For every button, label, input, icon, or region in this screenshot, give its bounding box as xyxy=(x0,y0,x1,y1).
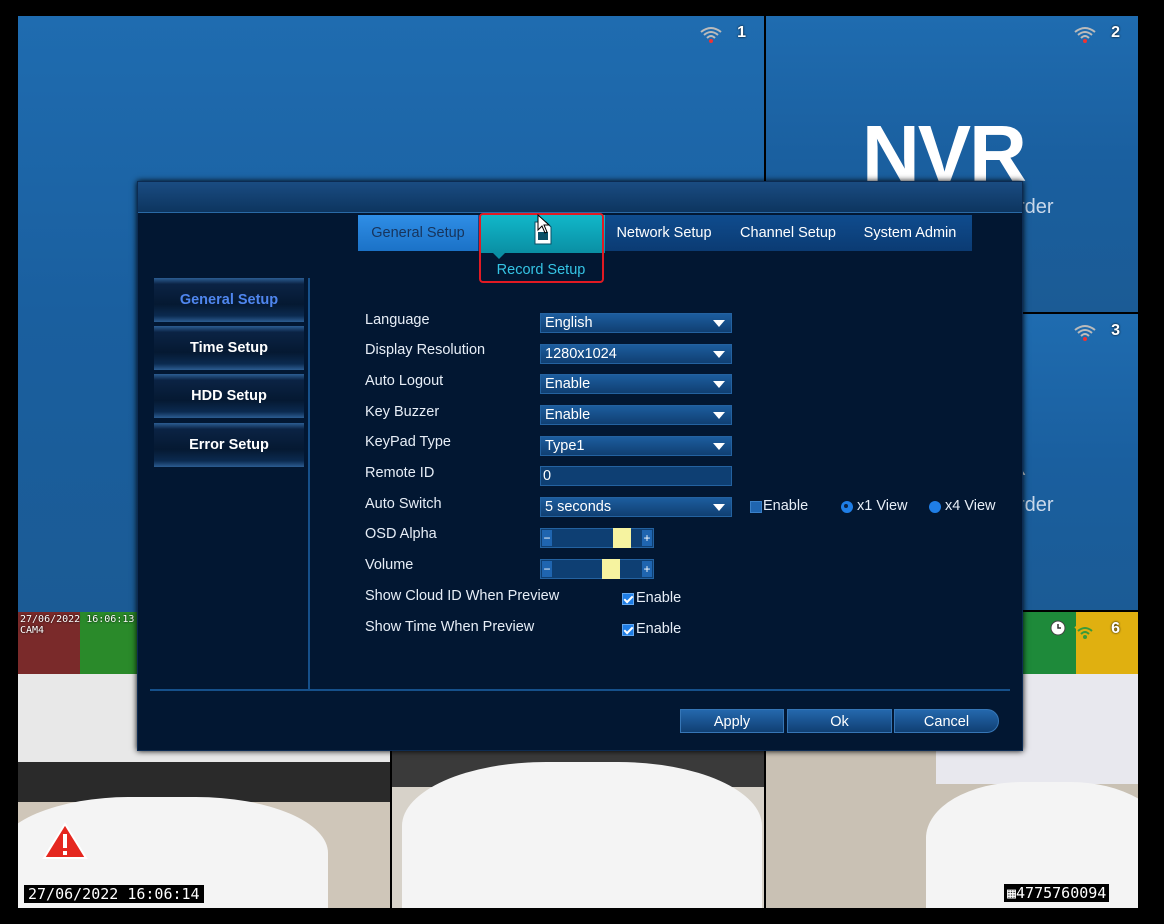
display-resolution-label: Display Resolution xyxy=(365,342,486,358)
wifi-icon xyxy=(1074,623,1096,639)
plus-icon[interactable]: + xyxy=(642,561,652,577)
auto-logout-value: Enable xyxy=(545,376,591,392)
dialog-titlebar xyxy=(138,182,1022,213)
show-time-checkbox[interactable] xyxy=(622,624,634,636)
logo-subtitle: rder xyxy=(1018,196,1054,218)
record-setup-label[interactable]: Record Setup xyxy=(481,262,601,278)
auto-switch-select[interactable]: 5 seconds xyxy=(540,497,732,517)
top-navigation: General Setup Network Setup Channel Setu… xyxy=(358,215,972,253)
auto-switch-value: 5 seconds xyxy=(545,499,612,515)
minus-icon[interactable]: − xyxy=(542,530,552,546)
language-value: English xyxy=(545,315,593,331)
x1-view-radio[interactable] xyxy=(841,501,853,513)
logo-subtitle: rder xyxy=(1018,494,1054,516)
sidebar-item-time-setup[interactable]: Time Setup xyxy=(154,326,304,370)
x1-view-label: x1 View xyxy=(857,498,908,514)
volume-slider[interactable]: − + xyxy=(540,559,654,579)
device-serial-value: 4775760094 xyxy=(1016,884,1107,902)
channel-number: 6 xyxy=(1111,620,1120,637)
show-time-label: Show Time When Preview xyxy=(365,619,535,635)
ok-button[interactable]: Ok xyxy=(787,709,892,733)
remote-id-label: Remote ID xyxy=(365,465,435,481)
osd-alpha-slider[interactable]: − + xyxy=(540,528,654,548)
camera-osd: 27/06/2022 16:06:13 CAM4 xyxy=(20,614,134,636)
show-cloud-id-label: Show Cloud ID When Preview xyxy=(365,588,560,604)
sidebar-item-hdd-setup[interactable]: HDD Setup xyxy=(154,374,304,418)
show-time-enable-label: Enable xyxy=(636,621,682,637)
mouse-cursor-icon xyxy=(537,214,551,234)
display-resolution-value: 1280x1024 xyxy=(545,346,617,362)
wifi-icon xyxy=(1074,325,1096,341)
keypad-type-label: KeyPad Type xyxy=(365,434,451,450)
osd-alpha-label: OSD Alpha xyxy=(365,526,437,542)
auto-switch-label: Auto Switch xyxy=(365,496,442,512)
show-cloud-id-checkbox[interactable] xyxy=(622,593,634,605)
vertical-divider xyxy=(308,278,310,690)
language-select[interactable]: English xyxy=(540,313,732,333)
auto-switch-enable-label: Enable xyxy=(763,498,809,514)
alarm-warning-icon xyxy=(42,822,88,859)
tab-system-admin[interactable]: System Admin xyxy=(852,215,968,251)
osd-datetime: 27/06/2022 16:06:14 xyxy=(24,885,204,903)
tab-network-setup[interactable]: Network Setup xyxy=(608,215,720,251)
key-buzzer-value: Enable xyxy=(545,407,591,423)
board-edge xyxy=(18,762,390,802)
setup-dialog: General Setup Network Setup Channel Setu… xyxy=(137,181,1023,751)
chevron-down-icon xyxy=(713,320,725,327)
plus-icon[interactable]: + xyxy=(642,530,652,546)
device-serial: ▦4775760094 xyxy=(1004,884,1110,902)
paper-area xyxy=(402,762,762,908)
volume-label: Volume xyxy=(365,557,414,573)
camera-osd-name: CAM4 xyxy=(20,625,45,636)
remote-id-input[interactable]: 0 xyxy=(540,466,732,486)
key-buzzer-select[interactable]: Enable xyxy=(540,405,732,425)
show-cloud-id-enable-label: Enable xyxy=(636,590,682,606)
display-resolution-select[interactable]: 1280x1024 xyxy=(540,344,732,364)
x4-view-radio[interactable] xyxy=(929,501,941,513)
tab-channel-setup[interactable]: Channel Setup xyxy=(730,215,846,251)
wifi-icon xyxy=(700,27,722,43)
clock-icon xyxy=(1050,620,1066,636)
channel-number: 3 xyxy=(1111,322,1120,339)
x4-view-label: x4 View xyxy=(945,498,996,514)
channel-number: 2 xyxy=(1111,24,1120,41)
network-icon: ▦ xyxy=(1007,884,1017,902)
chevron-down-icon xyxy=(713,381,725,388)
auto-logout-select[interactable]: Enable xyxy=(540,374,732,394)
camera-osd-date: 27/06/2022 16:06:13 xyxy=(20,614,135,625)
sidebar-item-general-setup[interactable]: General Setup xyxy=(154,278,304,322)
key-buzzer-label: Key Buzzer xyxy=(365,404,440,420)
slider-handle[interactable] xyxy=(602,559,620,579)
chevron-down-icon xyxy=(713,443,725,450)
tab-pointer xyxy=(493,253,505,259)
slider-handle[interactable] xyxy=(612,528,631,548)
wifi-icon xyxy=(1074,27,1096,43)
chevron-down-icon xyxy=(713,412,725,419)
sidebar-item-error-setup[interactable]: Error Setup xyxy=(154,423,304,467)
apply-button[interactable]: Apply xyxy=(680,709,784,733)
language-label: Language xyxy=(365,312,430,328)
keypad-type-select[interactable]: Type1 xyxy=(540,436,732,456)
keypad-type-value: Type1 xyxy=(545,438,585,454)
auto-switch-enable-checkbox[interactable] xyxy=(750,501,762,513)
auto-logout-label: Auto Logout xyxy=(365,373,444,389)
minus-icon[interactable]: − xyxy=(542,561,552,577)
chevron-down-icon xyxy=(713,504,725,511)
horizontal-divider xyxy=(150,689,1010,691)
chevron-down-icon xyxy=(713,351,725,358)
channel-number: 1 xyxy=(737,24,746,41)
cancel-button[interactable]: Cancel xyxy=(894,709,999,733)
tab-general-setup[interactable]: General Setup xyxy=(358,215,478,251)
